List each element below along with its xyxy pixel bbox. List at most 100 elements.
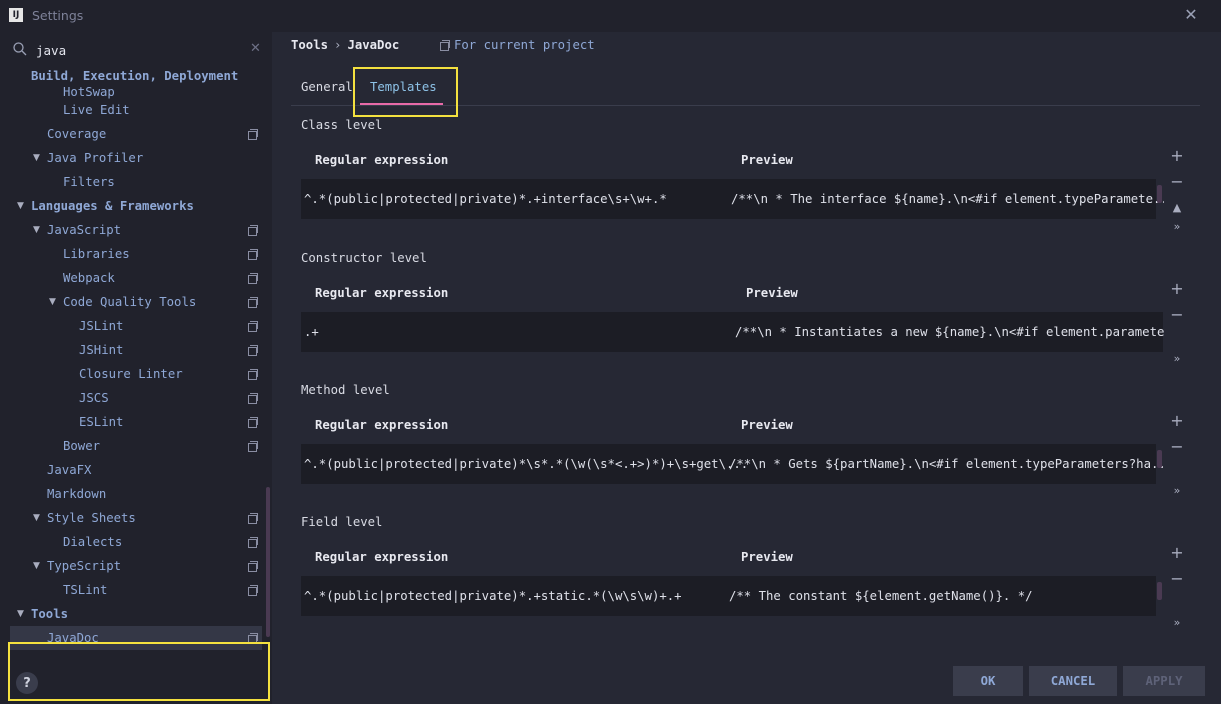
tree-item-label: TSLint — [63, 583, 108, 597]
regex-column-header[interactable]: Regular expression — [315, 286, 448, 300]
tree-item-style-sheets[interactable]: ▼ Style Sheets — [0, 506, 262, 530]
tree-item-webpack[interactable]: Webpack — [0, 266, 262, 290]
expand-arrow-icon[interactable]: ▼ — [33, 561, 43, 571]
regex-cell[interactable]: ^.*(public|protected|private)*.+static.*… — [304, 589, 682, 603]
preview-cell[interactable]: /**\n * Instantiates a new ${name}.\n<#i… — [735, 325, 1164, 339]
settings-sidebar: ✕ Build, Execution, DeploymentHotSwapLiv… — [0, 32, 272, 704]
tree-item-eslint[interactable]: ESLint — [0, 410, 262, 434]
tree-item-label: Libraries — [63, 247, 130, 261]
tree-item-tools[interactable]: ▼ Tools — [0, 602, 262, 626]
tree-item-typescript[interactable]: ▼ TypeScript — [0, 554, 262, 578]
tree-item-code-quality-tools[interactable]: ▼ Code Quality Tools — [0, 290, 262, 314]
search-input[interactable] — [36, 40, 236, 60]
regex-cell[interactable]: ^.*(public|protected|private)*.+interfac… — [304, 192, 667, 206]
clear-search-icon[interactable]: ✕ — [250, 41, 261, 56]
tree-item-jslint[interactable]: JSLint — [0, 314, 262, 338]
tree-item-label: Tools — [31, 607, 69, 621]
tree-item-libraries[interactable]: Libraries — [0, 242, 262, 266]
tree-item-live-edit[interactable]: Live Edit — [0, 98, 262, 122]
tree-item-coverage[interactable]: Coverage — [0, 122, 262, 146]
tree-item-label: JavaScript — [47, 223, 122, 237]
tree-item-markdown[interactable]: Markdown — [0, 482, 262, 506]
more-icon[interactable]: » — [1170, 616, 1184, 630]
expand-arrow-icon[interactable]: ▼ — [49, 297, 59, 307]
project-scope-icon — [440, 40, 450, 51]
tree-item-label: Coverage — [47, 127, 107, 141]
tree-item-filters[interactable]: Filters — [0, 170, 262, 194]
preview-column-header[interactable]: Preview — [741, 418, 793, 432]
preview-cell[interactable]: /**\n * Gets ${partName}.\n<#if element.… — [729, 457, 1164, 471]
table-header: Regular expression Preview — [301, 406, 1164, 444]
remove-button[interactable]: − — [1170, 571, 1184, 587]
regex-column-header[interactable]: Regular expression — [315, 418, 448, 432]
tree-item-label: Closure Linter — [79, 367, 183, 381]
expand-arrow-icon[interactable]: ▼ — [33, 225, 43, 235]
regex-cell[interactable]: .+ — [304, 325, 319, 339]
tree-item-label: ESLint — [79, 415, 124, 429]
ok-button[interactable]: OK — [953, 666, 1023, 696]
tree-item-bower[interactable]: Bower — [0, 434, 262, 458]
table-row[interactable]: ^.*(public|protected|private)*.+static.*… — [301, 576, 1156, 616]
search-box: ✕ — [8, 38, 266, 62]
expand-arrow-icon[interactable]: ▼ — [33, 513, 43, 523]
preview-column-header[interactable]: Preview — [741, 153, 793, 167]
tree-item-dialects[interactable]: Dialects — [0, 530, 262, 554]
preview-column-header[interactable]: Preview — [746, 286, 798, 300]
table-scrollbar[interactable] — [1157, 450, 1162, 468]
preview-column-header[interactable]: Preview — [741, 550, 793, 564]
remove-button[interactable]: − — [1170, 174, 1184, 190]
table-header: Regular expression Preview — [301, 274, 1164, 312]
table-row[interactable]: .+ /**\n * Instantiates a new ${name}.\n… — [301, 312, 1164, 352]
help-button[interactable]: ? — [16, 672, 38, 694]
tree-item-label: Live Edit — [63, 103, 130, 117]
regex-column-header[interactable]: Regular expression — [315, 153, 448, 167]
expand-arrow-icon[interactable]: ▼ — [17, 609, 27, 619]
add-button[interactable]: + — [1170, 545, 1184, 561]
more-icon[interactable]: » — [1170, 484, 1184, 498]
table-scrollbar[interactable] — [1157, 582, 1162, 600]
add-button[interactable]: + — [1170, 281, 1184, 297]
table-row[interactable]: ^.*(public|protected|private)*.+interfac… — [301, 179, 1164, 219]
tree-item-javafx[interactable]: JavaFX — [0, 458, 262, 482]
scope-indicator: For current project — [440, 38, 595, 52]
more-icon[interactable]: » — [1170, 220, 1184, 234]
tree-item-languages-frameworks[interactable]: ▼ Languages & Frameworks — [0, 194, 262, 218]
tree-item-jscs[interactable]: JSCS — [0, 386, 262, 410]
expand-arrow-icon[interactable]: ▼ — [33, 153, 43, 163]
move-up-button[interactable]: ▲ — [1170, 201, 1184, 215]
tree-item-jshint[interactable]: JSHint — [0, 338, 262, 362]
cancel-button[interactable]: CANCEL — [1029, 666, 1117, 696]
title-bar: IJ Settings ✕ — [0, 0, 1221, 32]
project-scope-icon — [248, 417, 258, 428]
more-icon[interactable]: » — [1170, 352, 1184, 366]
regex-cell[interactable]: ^.*(public|protected|private)*\s*.*(\w(\… — [304, 457, 748, 471]
expand-arrow-icon[interactable]: ▼ — [17, 201, 27, 211]
apply-button[interactable]: APPLY — [1123, 666, 1205, 696]
regex-column-header[interactable]: Regular expression — [315, 550, 448, 564]
sidebar-scrollbar[interactable] — [266, 487, 270, 637]
tree-item-label: Style Sheets — [47, 511, 136, 525]
add-button[interactable]: + — [1170, 413, 1184, 429]
tree-item-javascript[interactable]: ▼ JavaScript — [0, 218, 262, 242]
remove-button[interactable]: − — [1170, 307, 1184, 323]
tree-item-tslint[interactable]: TSLint — [0, 578, 262, 602]
remove-button[interactable]: − — [1170, 439, 1184, 455]
scope-label: For current project — [454, 38, 595, 52]
project-scope-icon — [248, 393, 258, 404]
project-scope-icon — [248, 369, 258, 380]
close-icon[interactable]: ✕ — [1183, 7, 1199, 23]
method-level-table: Regular expression Preview ^.*(public|pr… — [301, 406, 1164, 502]
preview-cell[interactable]: /**\n * The interface ${name}.\n<#if ele… — [731, 192, 1164, 206]
add-button[interactable]: + — [1170, 148, 1184, 164]
tree-item-label: JavaFX — [47, 463, 92, 477]
tools-highlight-box — [8, 642, 270, 701]
tree-item-java-profiler[interactable]: ▼ Java Profiler — [0, 146, 262, 170]
preview-cell[interactable]: /** The constant ${element.getName()}. *… — [729, 589, 1033, 603]
tree-item-label: Code Quality Tools — [63, 295, 197, 309]
tree-item-closure-linter[interactable]: Closure Linter — [0, 362, 262, 386]
tree-item-label: Java Profiler — [47, 151, 144, 165]
tree-item-label: Webpack — [63, 271, 115, 285]
table-row[interactable]: ^.*(public|protected|private)*\s*.*(\w(\… — [301, 444, 1164, 484]
tab-general[interactable]: General — [301, 80, 353, 94]
table-scrollbar[interactable] — [1157, 185, 1162, 203]
